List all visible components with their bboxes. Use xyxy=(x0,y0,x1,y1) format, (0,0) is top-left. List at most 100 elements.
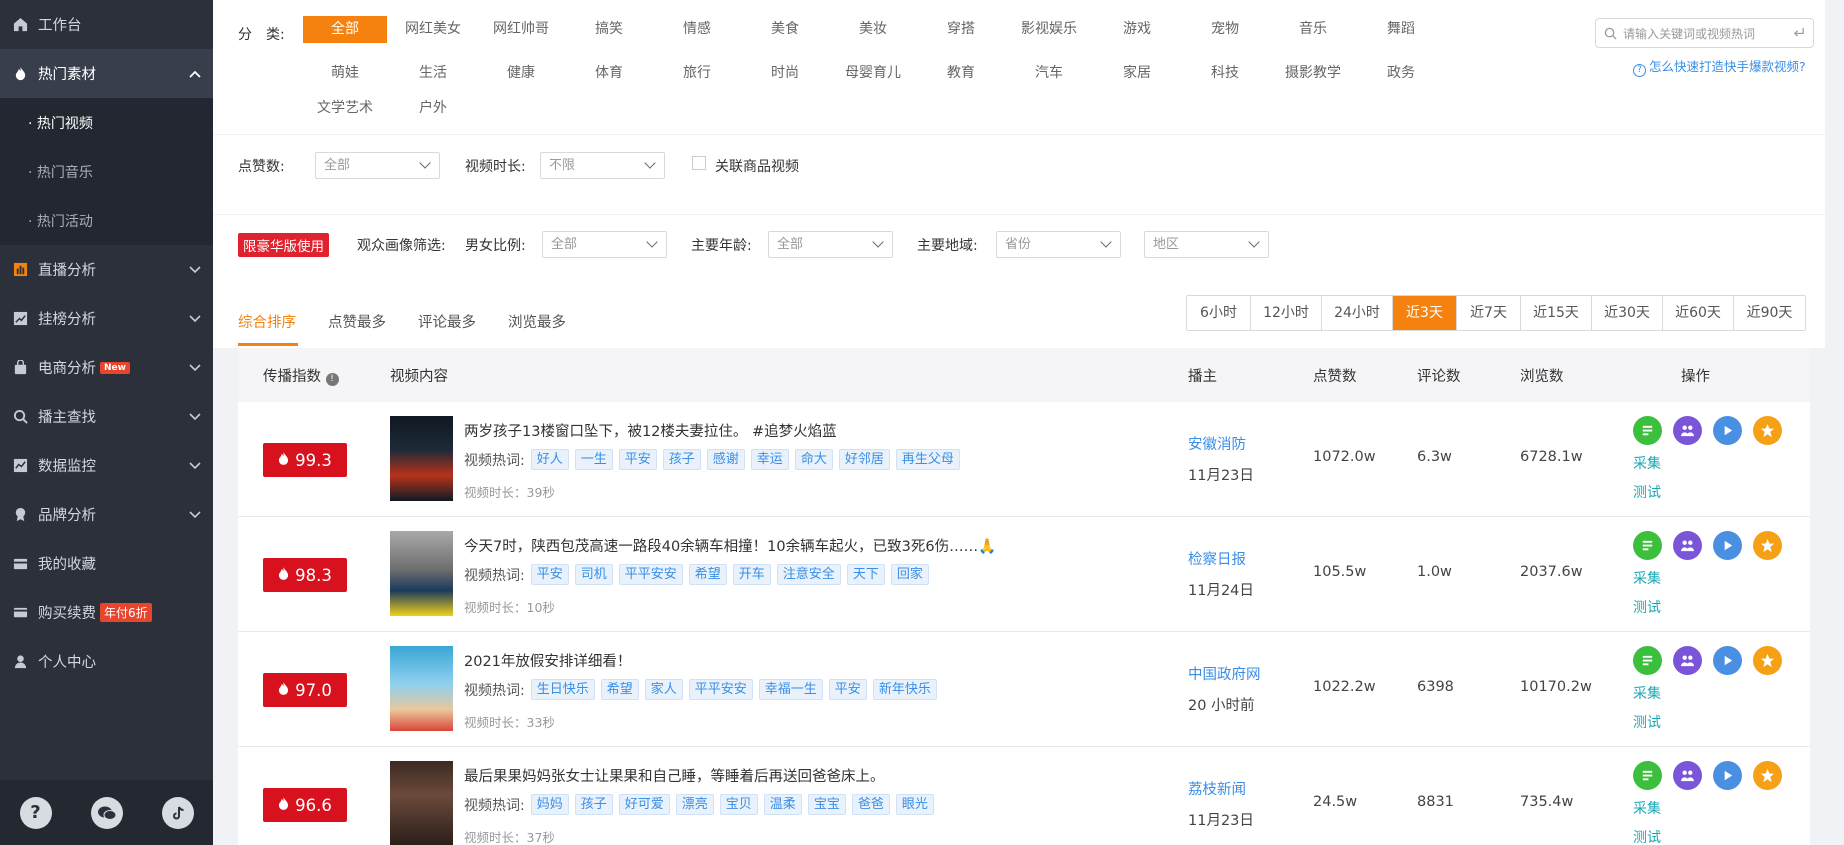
sort-tab-composite[interactable]: 综合排序 xyxy=(238,311,296,332)
hot-word-tag[interactable]: 平平安安 xyxy=(688,679,753,700)
hot-word-tag[interactable]: 好可爱 xyxy=(618,794,670,815)
anchor-name-link[interactable]: 检察日报 xyxy=(1188,548,1246,569)
hot-word-tag[interactable]: 好邻居 xyxy=(838,449,890,470)
area-select[interactable]: 地区 xyxy=(1144,231,1269,258)
audience-icon[interactable] xyxy=(1673,761,1702,790)
sidebar-subitem-hot-activity[interactable]: · 热门活动 xyxy=(0,196,213,245)
hot-word-tag[interactable]: 司机 xyxy=(574,564,613,585)
play-icon[interactable] xyxy=(1713,646,1742,675)
sidebar-item-data-monitor[interactable]: 数据监控 xyxy=(0,441,213,490)
audience-icon[interactable] xyxy=(1673,646,1702,675)
time-range-option[interactable]: 6小时 xyxy=(1187,296,1251,330)
star-icon[interactable] xyxy=(1753,761,1782,790)
sidebar-subitem-hot-music[interactable]: · 热门音乐 xyxy=(0,147,213,196)
sidebar-item-rank-analysis[interactable]: 挂榜分析 xyxy=(0,294,213,343)
sort-tab-most-views[interactable]: 浏览最多 xyxy=(508,311,566,332)
hot-word-tag[interactable]: 孩子 xyxy=(574,794,613,815)
hot-word-tag[interactable]: 再生父母 xyxy=(895,449,960,470)
sidebar-item-hot-material[interactable]: 热门素材 xyxy=(0,49,213,98)
video-thumbnail[interactable] xyxy=(390,416,453,501)
hot-word-tag[interactable]: 宝宝 xyxy=(807,794,846,815)
category-option[interactable]: 搞笑 xyxy=(567,16,651,43)
info-icon[interactable]: ! xyxy=(325,373,339,386)
likes-select[interactable]: 全部 xyxy=(315,152,440,179)
category-option[interactable]: 体育 xyxy=(567,60,651,87)
time-range-option[interactable]: 近60天 xyxy=(1663,296,1734,330)
sidebar-subitem-hot-video[interactable]: · 热门视频 xyxy=(0,98,213,147)
sort-tab-most-comments[interactable]: 评论最多 xyxy=(418,311,476,332)
hot-word-tag[interactable]: 平安 xyxy=(828,679,867,700)
video-thumbnail[interactable] xyxy=(390,646,453,731)
category-option[interactable]: 游戏 xyxy=(1095,16,1179,43)
hot-word-tag[interactable]: 回家 xyxy=(890,564,929,585)
hot-word-tag[interactable]: 温柔 xyxy=(763,794,802,815)
hot-word-tag[interactable]: 开车 xyxy=(732,564,771,585)
star-icon[interactable] xyxy=(1753,531,1782,560)
hot-word-tag[interactable]: 爸爸 xyxy=(851,794,890,815)
category-option[interactable]: 旅行 xyxy=(655,60,739,87)
detail-icon[interactable] xyxy=(1633,646,1662,675)
hot-word-tag[interactable]: 平安 xyxy=(530,564,569,585)
category-option[interactable]: 网红美女 xyxy=(391,16,475,43)
category-option[interactable]: 文学艺术 xyxy=(303,95,387,122)
hot-word-tag[interactable]: 漂亮 xyxy=(675,794,714,815)
hot-word-tag[interactable]: 新年快乐 xyxy=(872,679,937,700)
hot-word-tag[interactable]: 眼光 xyxy=(895,794,934,815)
audience-icon[interactable] xyxy=(1673,416,1702,445)
time-range-option[interactable]: 近7天 xyxy=(1457,296,1521,330)
hot-word-tag[interactable]: 家人 xyxy=(644,679,683,700)
douyin-icon[interactable] xyxy=(161,796,194,829)
sidebar-item-purchase[interactable]: 购买续费 年付6折 xyxy=(0,588,213,637)
hot-word-tag[interactable]: 天下 xyxy=(846,564,885,585)
time-range-option[interactable]: 24小时 xyxy=(1322,296,1393,330)
sort-tab-most-likes[interactable]: 点赞最多 xyxy=(328,311,386,332)
hot-word-tag[interactable]: 平平安安 xyxy=(618,564,683,585)
sidebar-item-live-analysis[interactable]: 直播分析 xyxy=(0,245,213,294)
search-input[interactable]: 请输入关键词或视频热词 xyxy=(1595,18,1814,48)
hot-word-tag[interactable]: 孩子 xyxy=(662,449,701,470)
gender-select[interactable]: 全部 xyxy=(542,231,667,258)
star-icon[interactable] xyxy=(1753,646,1782,675)
play-icon[interactable] xyxy=(1713,531,1742,560)
hot-word-tag[interactable]: 感谢 xyxy=(706,449,745,470)
star-icon[interactable] xyxy=(1753,416,1782,445)
category-option[interactable]: 政务 xyxy=(1359,60,1443,87)
category-option[interactable]: 萌娃 xyxy=(303,60,387,87)
hot-word-tag[interactable]: 希望 xyxy=(600,679,639,700)
anchor-name-link[interactable]: 安徽消防 xyxy=(1188,433,1246,454)
category-option[interactable]: 全部 xyxy=(303,16,387,43)
sidebar-item-anchor-search[interactable]: 播主查找 xyxy=(0,392,213,441)
sidebar-item-ecommerce[interactable]: 电商分析 New xyxy=(0,343,213,392)
wechat-icon[interactable] xyxy=(90,796,123,829)
play-icon[interactable] xyxy=(1713,416,1742,445)
category-option[interactable]: 母婴育儿 xyxy=(831,60,915,87)
collect-link[interactable]: 采集 xyxy=(1633,453,1661,473)
category-option[interactable]: 舞蹈 xyxy=(1359,16,1443,43)
hot-word-tag[interactable]: 妈妈 xyxy=(530,794,569,815)
province-select[interactable]: 省份 xyxy=(996,231,1121,258)
category-option[interactable]: 健康 xyxy=(479,60,563,87)
category-option[interactable]: 家居 xyxy=(1095,60,1179,87)
sidebar-item-workbench[interactable]: 工作台 xyxy=(0,0,213,49)
age-select[interactable]: 全部 xyxy=(768,231,893,258)
category-option[interactable]: 美食 xyxy=(743,16,827,43)
time-range-option[interactable]: 近30天 xyxy=(1592,296,1663,330)
category-option[interactable]: 音乐 xyxy=(1271,16,1355,43)
test-link[interactable]: 测试 xyxy=(1633,712,1661,732)
hot-word-tag[interactable]: 幸运 xyxy=(750,449,789,470)
video-title[interactable]: 今天7时，陕西包茂高速一路段40余辆车相撞！10余辆车起火，已致3死6伤……🙏 xyxy=(464,535,996,556)
category-option[interactable]: 时尚 xyxy=(743,60,827,87)
category-option[interactable]: 教育 xyxy=(919,60,1003,87)
hot-word-tag[interactable]: 生日快乐 xyxy=(530,679,595,700)
category-option[interactable]: 美妆 xyxy=(831,16,915,43)
duration-select[interactable]: 不限 xyxy=(540,152,665,179)
detail-icon[interactable] xyxy=(1633,531,1662,560)
category-option[interactable]: 摄影教学 xyxy=(1271,60,1355,87)
hot-word-tag[interactable]: 命大 xyxy=(794,449,833,470)
hot-word-tag[interactable]: 一生 xyxy=(574,449,613,470)
sidebar-item-personal-center[interactable]: 个人中心 xyxy=(0,637,213,686)
test-link[interactable]: 测试 xyxy=(1633,482,1661,502)
time-range-option[interactable]: 近15天 xyxy=(1521,296,1592,330)
category-option[interactable]: 网红帅哥 xyxy=(479,16,563,43)
sidebar-item-brand-analysis[interactable]: 品牌分析 xyxy=(0,490,213,539)
